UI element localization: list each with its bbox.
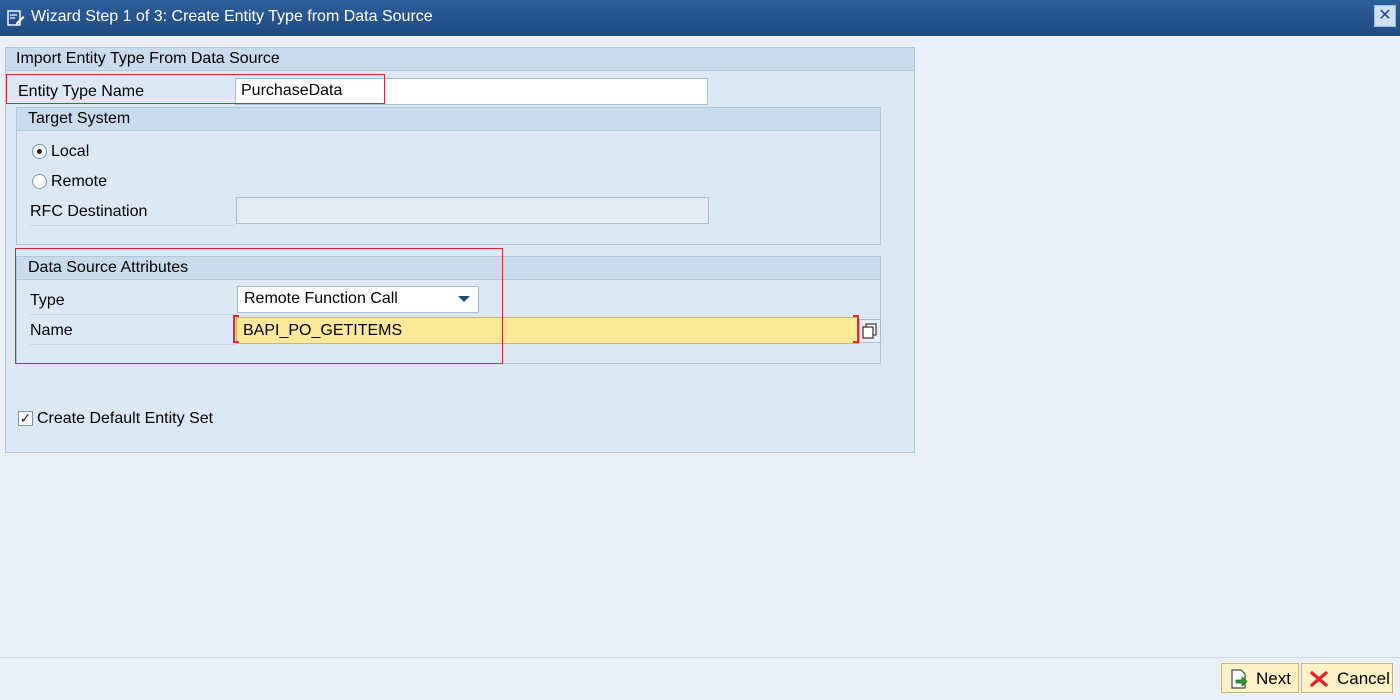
type-row-divider (30, 314, 235, 315)
panel-header: Import Entity Type From Data Source (6, 48, 914, 71)
close-icon: ✕ (1378, 7, 1392, 24)
name-row-divider (30, 344, 235, 345)
local-radio[interactable] (32, 144, 47, 159)
chevron-down-icon (458, 296, 470, 302)
target-system-title: Target System (28, 110, 131, 127)
panel-title: Import Entity Type From Data Source (16, 50, 280, 67)
next-button-label: Next (1256, 669, 1291, 688)
data-source-attributes-title: Data Source Attributes (28, 259, 189, 276)
create-default-entity-set-label: Create Default Entity Set (37, 410, 214, 427)
next-button[interactable]: Next (1221, 663, 1299, 693)
name-label: Name (30, 322, 73, 339)
target-system-group: Target System Local Remote RFC Destinati… (16, 107, 881, 245)
entity-type-name-label: Entity Type Name (18, 83, 144, 100)
data-source-attributes-header: Data Source Attributes (17, 257, 880, 280)
next-document-icon (1231, 669, 1248, 689)
rfc-destination-input[interactable] (236, 197, 709, 224)
checkmark-icon: ✓ (19, 410, 32, 426)
import-entity-type-panel: Import Entity Type From Data Source Enti… (5, 47, 915, 453)
cancel-button[interactable]: Cancel (1301, 663, 1393, 693)
cancel-x-icon (1310, 671, 1328, 687)
type-label: Type (30, 292, 65, 309)
window-title-bar: Wizard Step 1 of 3: Create Entity Type f… (0, 0, 1400, 36)
wizard-edit-icon (7, 10, 25, 26)
wizard-footer: Next Cancel (0, 657, 1400, 700)
function-name-input[interactable]: BAPI_PO_GETITEMS (236, 317, 859, 344)
type-dropdown[interactable]: Remote Function Call (237, 286, 479, 313)
data-source-attributes-group: Data Source Attributes Type Remote Funct… (16, 256, 881, 364)
value-help-icon (862, 323, 877, 339)
value-help-button[interactable] (859, 319, 881, 343)
remote-radio[interactable] (32, 174, 47, 189)
highlight-bracket-left (233, 315, 239, 343)
close-window-button[interactable]: ✕ (1374, 5, 1396, 27)
remote-label: Remote (51, 173, 108, 190)
create-default-entity-set-checkbox[interactable]: ✓ (18, 411, 33, 426)
rfc-row-divider (30, 225, 235, 226)
highlight-bracket-right (853, 315, 859, 343)
rfc-destination-label: RFC Destination (30, 203, 148, 220)
type-dropdown-value: Remote Function Call (244, 290, 398, 307)
entity-type-name-value: PurchaseData (241, 82, 343, 99)
function-name-value: BAPI_PO_GETITEMS (243, 322, 403, 339)
local-label: Local (51, 143, 90, 160)
window-title: Wizard Step 1 of 3: Create Entity Type f… (31, 8, 433, 25)
target-system-header: Target System (17, 108, 880, 131)
entity-type-name-input[interactable]: PurchaseData (235, 78, 708, 105)
cancel-button-label: Cancel (1337, 669, 1390, 688)
